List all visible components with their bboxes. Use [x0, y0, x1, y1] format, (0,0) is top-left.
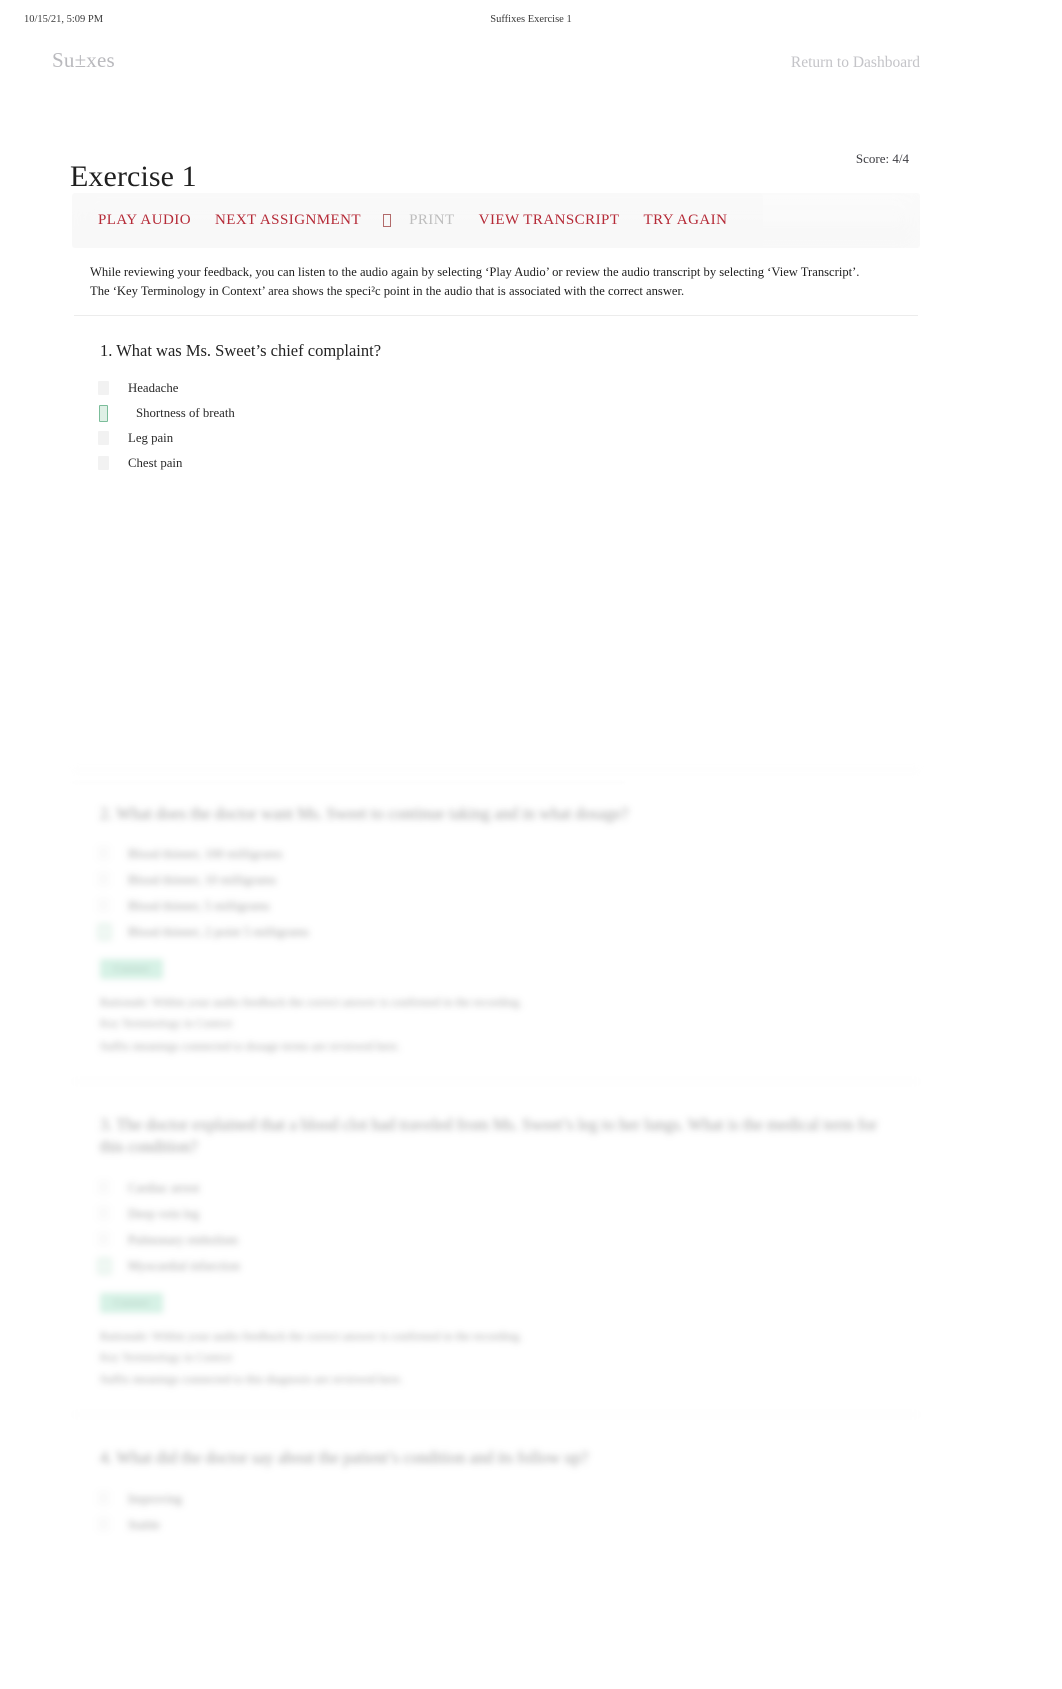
blurred-option-label: Myocardial infarction — [128, 1258, 240, 1273]
option-row[interactable]: Leg pain — [90, 426, 900, 451]
option-marker-icon — [98, 1179, 109, 1194]
option-marker-icon — [98, 1490, 109, 1505]
blurred-question-block-3: 3. The doctor explained that a blood clo… — [72, 1081, 920, 1415]
correct-status-badge: Correct — [100, 959, 164, 980]
key-terminology-body: Suffix meanings connected to dosage term… — [100, 1038, 400, 1053]
blurred-question-text-3: 3. The doctor explained that a blood clo… — [100, 1114, 900, 1159]
option-marker-icon — [98, 455, 109, 470]
print-button[interactable]: PRINT — [397, 204, 467, 237]
blurred-option-row[interactable]: Blood thinner, 5 milligrams — [90, 893, 900, 919]
blurred-option-row[interactable]: Pulmonary embolism — [90, 1227, 900, 1253]
action-toolbar: PLAY AUDIO NEXT ASSIGNMENT PRINT VIEW TR… — [72, 193, 920, 248]
blurred-question-prompt-3: The doctor explained that a blood clot h… — [100, 1115, 877, 1157]
blurred-option-row[interactable]: Blood thinner, 100 milligrams — [90, 841, 900, 867]
option-marker-icon — [98, 380, 109, 395]
blurred-option-label: Cardiac arrest — [128, 1180, 200, 1195]
blurred-question-prompt-4: What did the doctor say about the patien… — [116, 1448, 589, 1468]
blurred-option-label: Pulmonary embolism — [128, 1232, 238, 1247]
option-marker-icon — [98, 1516, 109, 1531]
blurred-option-row[interactable]: Cardiac arrest — [90, 1175, 900, 1201]
option-label: Chest pain — [128, 455, 183, 470]
option-marker-icon — [98, 846, 109, 861]
key-terminology-title: Key Terminology in Context — [100, 1018, 233, 1031]
blurred-option-row[interactable]: Deep vein leg — [90, 1201, 900, 1227]
option-marker-icon — [98, 1231, 109, 1246]
view-transcript-button[interactable]: VIEW TRANSCRIPT — [467, 204, 632, 237]
correct-answer-marker-icon — [98, 924, 111, 941]
option-label: Shortness of breath — [136, 405, 235, 420]
feedback-rationale: Rationale: Within your audio feedback th… — [100, 995, 523, 1010]
blurred-option-row[interactable]: Improving — [90, 1486, 900, 1512]
instructions-line-1: While reviewing your feedback, you can l… — [90, 265, 860, 279]
question-text-1: 1. What was Ms. Sweet’s chief complaint? — [100, 340, 900, 361]
print-header: 10/15/21, 5:09 PM Suffixes Exercise 1 — [0, 14, 1062, 30]
blurred-option-label: Blood thinner, 100 milligrams — [128, 847, 283, 862]
instructions-line-2: The ‘Key Terminology in Context’ area sh… — [90, 284, 685, 299]
play-audio-button[interactable]: PLAY AUDIO — [86, 204, 203, 237]
blurred-feedback-3: Rationale: Within your audio feedback th… — [100, 1327, 900, 1390]
blurred-question-text-4: 4. What did the doctor say about the pat… — [100, 1447, 900, 1469]
blurred-option-row[interactable]: Stable — [90, 1512, 900, 1538]
blurred-option-label: Improving — [128, 1491, 183, 1506]
missing-glyph-icon — [383, 214, 392, 227]
question-block-1: 1. What was Ms. Sweet’s chief complaint?… — [72, 316, 920, 498]
key-terminology-body: Suffix meanings connected to this diagno… — [100, 1372, 403, 1387]
blurred-question-number-2: 2. — [100, 804, 113, 823]
site-navbar: Su±xes Return to Dashboard — [0, 48, 1062, 88]
option-row[interactable]: Headache — [90, 376, 900, 401]
page-title: Exercise 1 — [70, 160, 197, 194]
correct-answer-marker-icon — [99, 404, 108, 422]
blurred-option-label: Blood thinner, 10 milligrams — [128, 873, 277, 888]
brand-logo[interactable]: Su±xes — [52, 48, 115, 73]
try-again-button[interactable]: TRY AGAIN — [631, 204, 739, 237]
option-label: Headache — [128, 380, 179, 395]
options-list-1: Headache Shortness of breath Leg pain Ch… — [90, 376, 900, 476]
blurred-question-prompt-2: What does the doctor want Ms. Sweet to c… — [116, 804, 629, 823]
next-assignment-button[interactable]: NEXT ASSIGNMENT — [203, 204, 373, 237]
blurred-option-row-correct[interactable]: Myocardial infarction — [90, 1253, 900, 1279]
option-marker-icon — [98, 430, 109, 445]
blurred-option-label: Blood thinner, 2 point 5 milligrams — [128, 925, 309, 940]
print-document-title: Suffixes Exercise 1 — [490, 14, 572, 25]
feedback-rationale: Rationale: Within your audio feedback th… — [100, 1328, 523, 1343]
correct-status-badge: Correct — [100, 1292, 164, 1313]
blurred-option-label: Stable — [128, 1517, 160, 1532]
question-number-1: 1. — [100, 341, 113, 361]
return-to-dashboard-link[interactable]: Return to Dashboard — [791, 54, 920, 72]
option-marker-icon — [98, 1205, 109, 1220]
blurred-question-block-4: 4. What did the doctor say about the pat… — [72, 1414, 920, 1560]
blurred-content-region: 2. What does the doctor want Ms. Sweet t… — [72, 770, 920, 1689]
blurred-option-label: Blood thinner, 5 milligrams — [128, 899, 270, 914]
correct-answer-marker-icon — [98, 1257, 111, 1274]
score-label: Score: 4/4 — [855, 151, 909, 166]
blurred-question-number-3: 3. — [100, 1115, 113, 1135]
option-marker-icon — [98, 872, 109, 887]
blurred-question-block-2: 2. What does the doctor want Ms. Sweet t… — [72, 770, 920, 1082]
option-label: Leg pain — [128, 430, 174, 445]
blurred-option-row-correct[interactable]: Blood thinner, 2 point 5 milligrams — [90, 919, 900, 945]
option-row[interactable]: Chest pain — [90, 451, 900, 476]
instructions-panel: While reviewing your feedback, you can l… — [72, 248, 920, 316]
key-terminology-title: Key Terminology in Context — [100, 1351, 233, 1364]
blurred-question-number-4: 4. — [100, 1448, 113, 1468]
blurred-feedback-2: Rationale: Within your audio feedback th… — [100, 993, 900, 1056]
blurred-option-row[interactable]: Blood thinner, 10 milligrams — [90, 867, 900, 893]
option-row-correct[interactable]: Shortness of breath — [90, 401, 900, 426]
exercise-card: PLAY AUDIO NEXT ASSIGNMENT PRINT VIEW TR… — [72, 193, 920, 498]
question-prompt-1: What was Ms. Sweet’s chief complaint? — [116, 341, 382, 361]
blurred-question-text-2: 2. What does the doctor want Ms. Sweet t… — [100, 803, 900, 825]
option-marker-icon — [98, 898, 109, 913]
page-title-row: Exercise 1 Score: 4/4 — [0, 140, 1062, 193]
blurred-option-label: Deep vein leg — [128, 1206, 200, 1221]
